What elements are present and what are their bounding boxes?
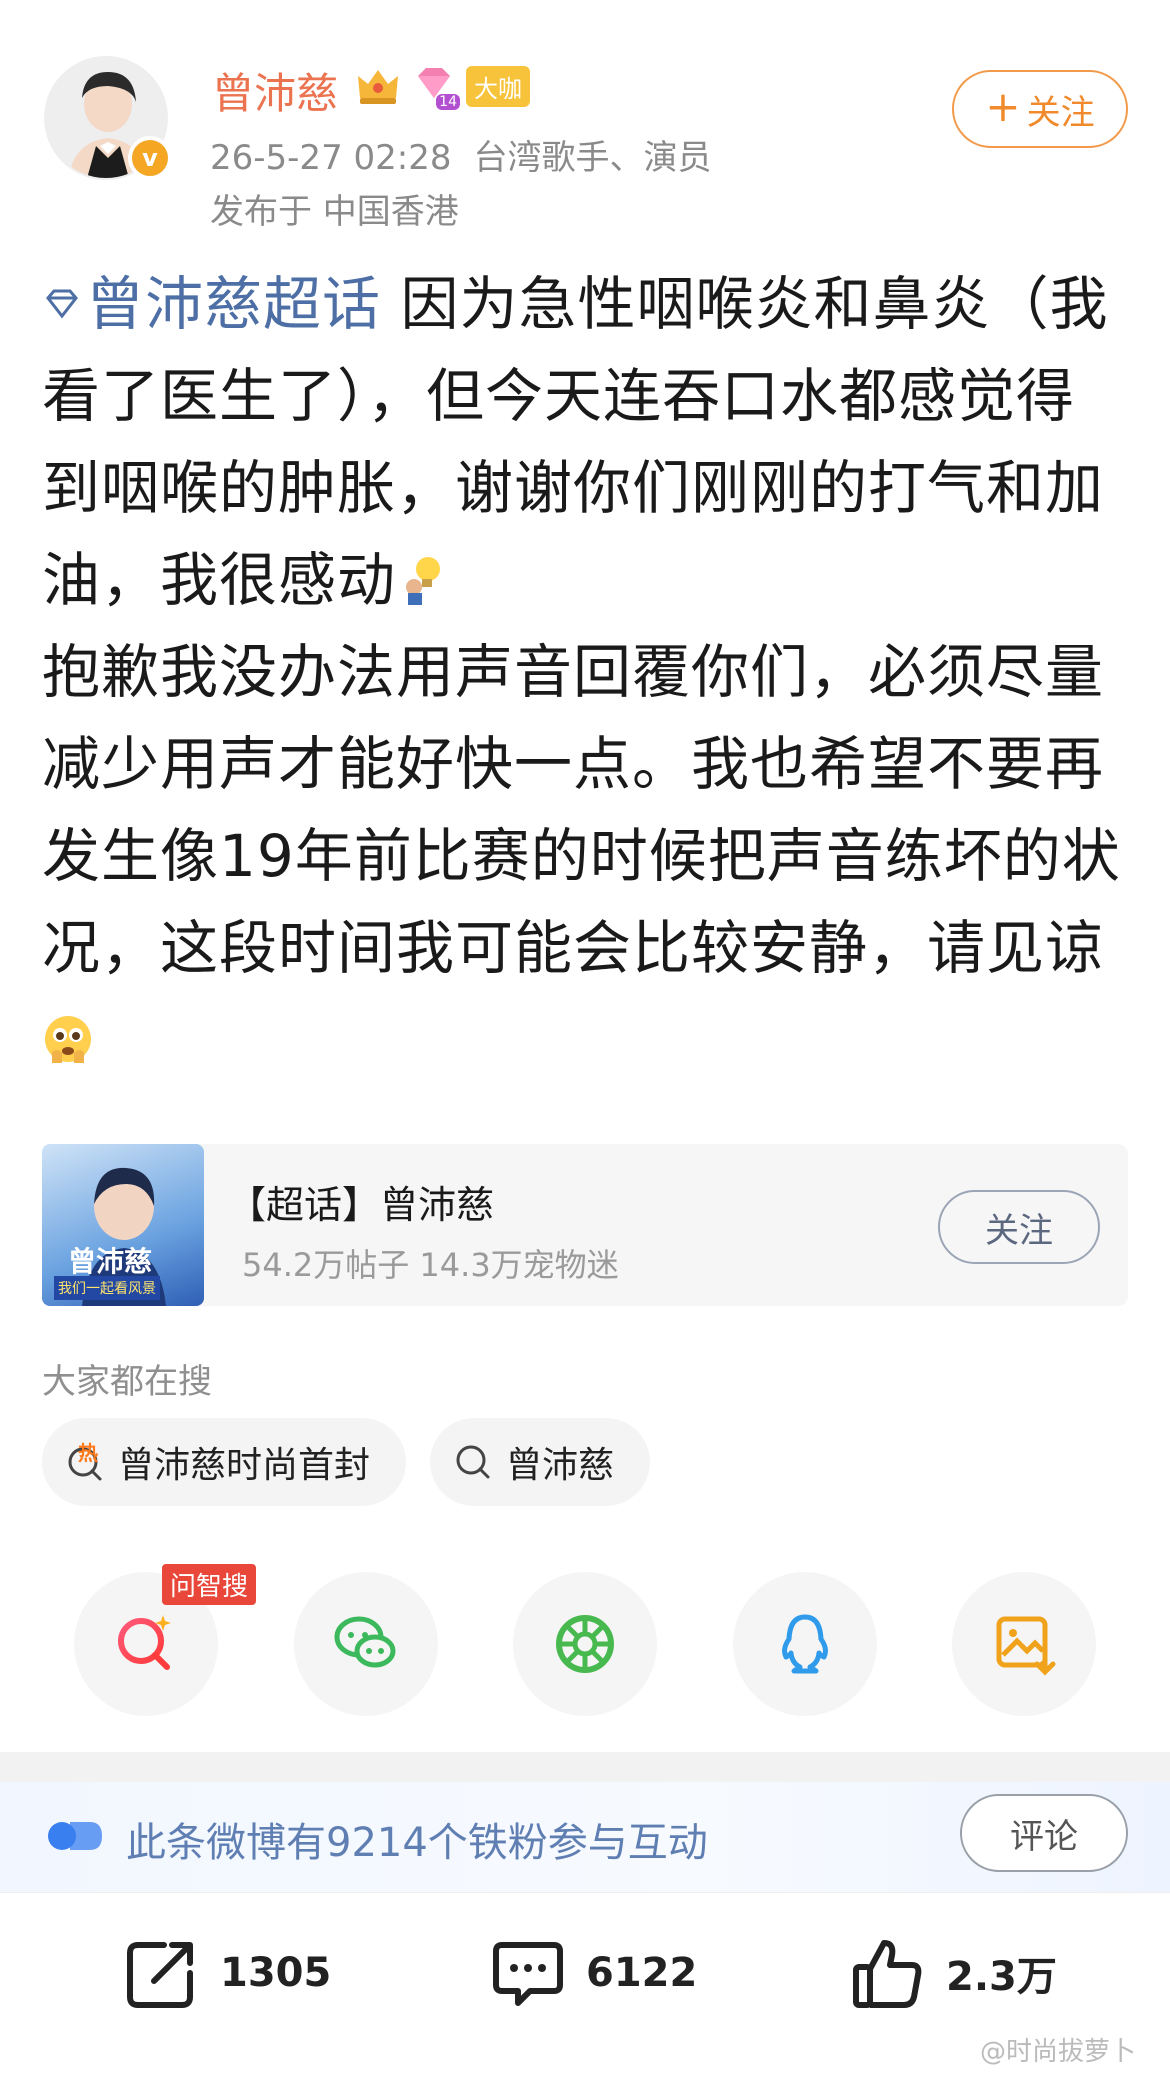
watermark: @时尚拔萝卜 [979,2037,1136,2067]
topic-card-stats: 54.2万帖子 14.3万宠物迷 [242,1246,619,1284]
share-moments-button[interactable] [513,1572,657,1716]
post-location: 发布于 中国香港 [210,192,459,232]
topic-card-title[interactable]: 【超话】曾沛慈 [228,1174,494,1229]
lightbulb-emoji-icon [406,556,441,605]
super-topic-icon [46,289,78,319]
search-chip[interactable]: 曾沛慈 [430,1418,651,1506]
share-row: 问智搜 [74,1564,1096,1716]
fans-interaction-icon [48,1822,102,1850]
plus-icon: + [985,82,1021,131]
share-qq-button[interactable] [732,1572,877,1716]
search-chip-label: 曾沛慈 [506,1445,615,1486]
follow-label: 关注 [1026,92,1095,133]
iron-fans-text[interactable]: 此条微博有9214个铁粉参与互动 [126,1810,708,1868]
search-chip-hot[interactable]: 热 曾沛慈时尚首封 [42,1418,407,1506]
super-topic-card[interactable]: 曾沛慈 我们一起看风景 【超话】曾沛慈 54.2万帖子 14.3万宠物迷 关注 [42,1144,1128,1306]
topic-cover-image[interactable]: 曾沛慈 我们一起看风景 [42,1144,204,1306]
comment-icon [493,1942,563,2006]
thumbs-up-icon [853,1940,922,2008]
follow-button[interactable]: + 关注 [952,70,1128,148]
search-icon [456,1445,490,1479]
post-time: 26-5-27 02:28 [210,138,452,178]
moments-icon [556,1615,614,1673]
share-wechat-button[interactable] [293,1572,438,1716]
level-badge: 大咖 [466,65,530,107]
post-header: v 曾沛慈 14 大咖 26-5-27 02:28 台湾歌手、演员 发布于 中国香… [0,0,1170,250]
topic-cover-title: 曾沛慈 [68,1245,153,1278]
crown-badge-icon [358,70,398,104]
comment-count: 6122 [586,1950,698,1996]
like-button[interactable]: 2.3万 [850,1935,1057,2011]
repost-count: 1305 [220,1950,332,1996]
pleading-face-emoji-icon [45,1015,91,1063]
iron-fans-strip[interactable]: 此条微博有9214个铁粉参与互动 评论 [0,1782,1170,1892]
post-text-part-2: 抱歉我没办法用声音回覆你们，必须尽量减少用声才能好快一点。我也希望不要再发生像1… [42,638,1121,982]
topic-follow-button[interactable]: 关注 [938,1190,1100,1264]
user-description: 台湾歌手、演员 [473,138,712,178]
search-ai-icon [118,1615,171,1670]
ask-ai-tag: 问智搜 [162,1564,257,1605]
post-content: 曾沛慈超话 因为急性咽喉炎和鼻炎（我看了医生了），但今天连吞口水都感觉得到咽喉的… [42,258,1132,1086]
avatar[interactable]: v [44,56,172,180]
user-badges[interactable]: 14 大咖 [354,62,530,110]
verified-badge-icon: v [128,136,172,180]
wechat-icon [334,1616,395,1668]
vip-level-number: 14 [436,94,460,110]
repost-icon [127,1942,193,2008]
comment-button[interactable]: 评论 [960,1794,1128,1872]
user-name[interactable]: 曾沛慈 [212,60,338,121]
like-count: 2.3万 [946,1954,1057,2000]
save-image-button[interactable] [952,1572,1096,1716]
topic-cover-subtitle: 我们一起看风景 [54,1276,160,1300]
post-meta: 26-5-27 02:28 台湾歌手、演员 [210,130,712,179]
section-divider [0,1752,1170,1782]
search-chip-label: 曾沛慈时尚首封 [118,1445,371,1486]
topic-link-text[interactable]: 曾沛慈超话 [86,270,381,338]
hot-mark: 热 [78,1441,98,1465]
repost-button[interactable]: 1305 [124,1935,331,2011]
ask-ai-search-button[interactable]: 问智搜 [74,1564,257,1716]
trending-search-chips: 热 曾沛慈时尚首封 曾沛慈 [42,1418,651,1506]
bottom-action-bar: 1305 6122 2.3万 @时尚拔萝卜 [0,1892,1170,2082]
comment-action-button[interactable]: 6122 [490,1935,697,2011]
topic-link[interactable]: 曾沛慈超话 [42,270,381,338]
trending-search-heading: 大家都在搜 [42,1362,212,1402]
qq-icon [781,1614,828,1674]
save-image-icon [996,1616,1056,1676]
